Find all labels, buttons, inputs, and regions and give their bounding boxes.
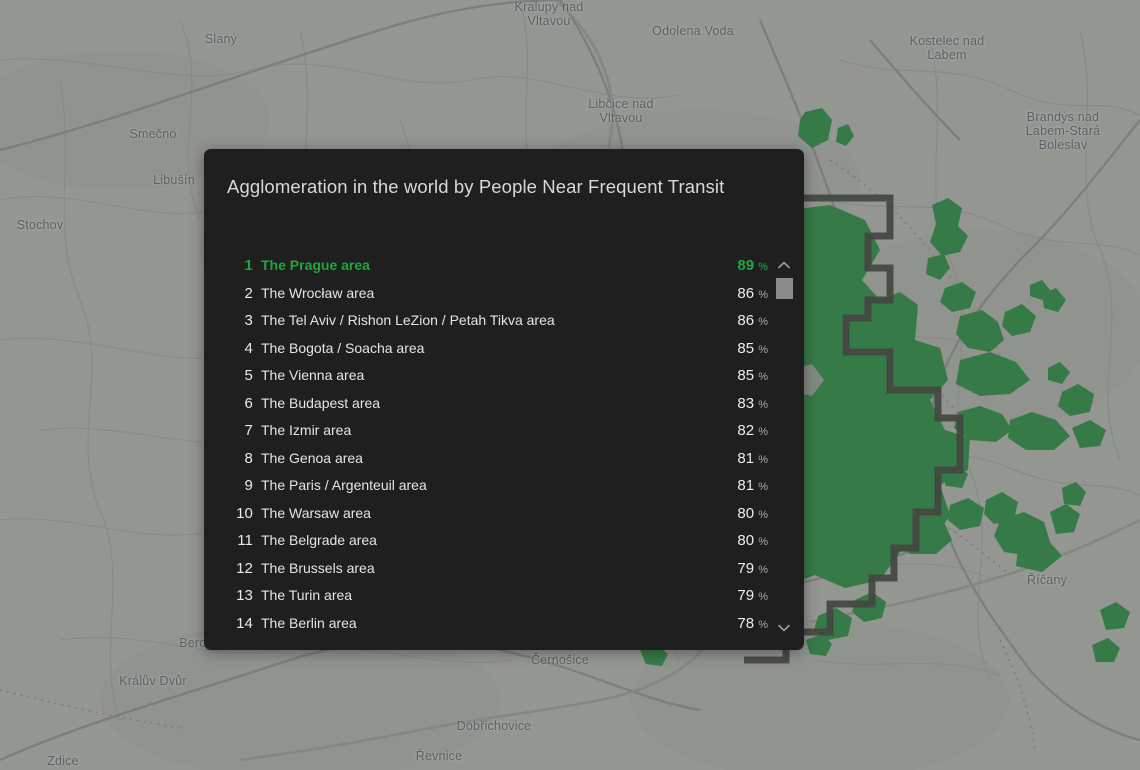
rank-number: 10 [236,504,253,522]
rank-number: 4 [244,339,253,357]
area-name: The Genoa area [261,449,363,466]
percentage-value: 78 [737,614,755,632]
ranking-panel: Agglomeration in the world by People Nea… [204,149,804,650]
page-title: Agglomeration in the world by People Nea… [227,176,725,197]
area-name: The Wrocław area [261,284,375,301]
percentage-value: 83 [737,394,755,412]
ranking-row[interactable]: 8 The Genoa area 81% [227,450,768,478]
area-name: The Turin area [261,587,353,603]
area-name: The Belgrade area [261,532,377,548]
percentage-unit: % [758,508,768,521]
percentage-value: 80 [737,532,755,549]
percentage-unit: % [758,591,768,603]
ranking-row[interactable]: 11 The Belgrade area 80% [227,532,768,560]
percentage-value: 80 [737,504,755,522]
scrollbar-thumb[interactable] [776,278,793,299]
area-name: The Prague area [261,257,370,273]
percentage-unit: % [758,316,768,328]
percentage-unit: % [758,426,768,438]
percentage-value: 79 [737,587,755,604]
percentage-unit: % [758,536,768,548]
ranking-list[interactable]: 1 The Prague area 89% 2 The Wrocław area 86% 3… [204,257,804,650]
rank-number: 7 [244,422,253,439]
percentage-value: 86 [737,284,755,302]
rank-number: 2 [244,284,253,302]
percentage-unit: % [758,288,768,301]
rank-number: 11 [237,532,253,549]
area-name: The Tel Aviv / Rishon LeZion / Petah Tik… [261,312,555,328]
ranking-row[interactable]: 3 The Tel Aviv / Rishon LeZion / Petah Ti… [227,312,768,340]
ranking-row[interactable]: 14 The Berlin area 78% [227,615,768,643]
ranking-row[interactable]: 4 The Bogota / Soacha area 85% [227,340,768,368]
rank-number: 8 [244,449,253,467]
area-name: The Warsaw area [261,504,371,521]
area-name: The Budapest area [261,394,381,411]
percentage-value: 89 [737,257,755,274]
percentage-value: 85 [737,339,755,357]
area-name: The Paris / Argenteuil area [261,477,427,493]
percentage-value: 85 [737,367,755,384]
rank-number: 1 [244,257,253,274]
percentage-unit: % [758,343,768,356]
area-name: The Brussels area [261,559,375,576]
ranking-row[interactable]: 1 The Prague area 89% [227,257,768,285]
ranking-row[interactable]: 7 The Izmir area 82% [227,422,768,450]
ranking-row[interactable]: 13 The Turin area 79% [227,587,768,615]
ranking-row[interactable]: 10 The Warsaw area 80% [227,505,768,533]
rank-number: 6 [244,394,253,412]
chevron-up-icon [778,261,790,269]
ranking-row[interactable]: 12 The Brussels area 79% [227,560,768,588]
ranking-row[interactable]: 9 The Paris / Argenteuil area 81% [227,477,768,505]
rank-number: 12 [236,559,253,577]
scroll-down-button[interactable] [775,620,793,636]
scroll-up-button[interactable] [775,257,793,273]
ranking-row[interactable]: 2 The Wrocław area 86% [227,285,768,313]
percentage-unit: % [758,563,768,576]
rank-number: 3 [244,312,253,329]
percentage-value: 82 [737,422,755,439]
percentage-unit: % [758,481,768,493]
percentage-unit: % [758,398,768,411]
percentage-value: 86 [737,312,755,329]
area-name: The Vienna area [261,367,365,383]
percentage-value: 81 [737,477,755,494]
rank-number: 13 [236,587,253,604]
area-name: The Bogota / Soacha area [261,339,425,356]
area-name: The Berlin area [261,614,357,631]
rank-number: 14 [236,614,253,632]
percentage-unit: % [758,261,768,273]
map-application: Kralupy nad Vltavou Odolena Voda Kostelec … [0,0,1140,770]
ranking-row[interactable]: 6 The Budapest area 83% [227,395,768,423]
area-name: The Izmir area [261,422,352,438]
rank-number: 9 [244,477,253,494]
percentage-value: 81 [737,449,755,467]
chevron-down-icon [778,624,790,632]
percentage-unit: % [758,371,768,383]
percentage-unit: % [758,618,768,631]
ranking-row[interactable]: 5 The Vienna area 85% [227,367,768,395]
percentage-value: 79 [737,559,755,577]
percentage-unit: % [758,453,768,466]
scrollbar[interactable] [775,257,793,642]
rank-number: 5 [244,367,253,384]
